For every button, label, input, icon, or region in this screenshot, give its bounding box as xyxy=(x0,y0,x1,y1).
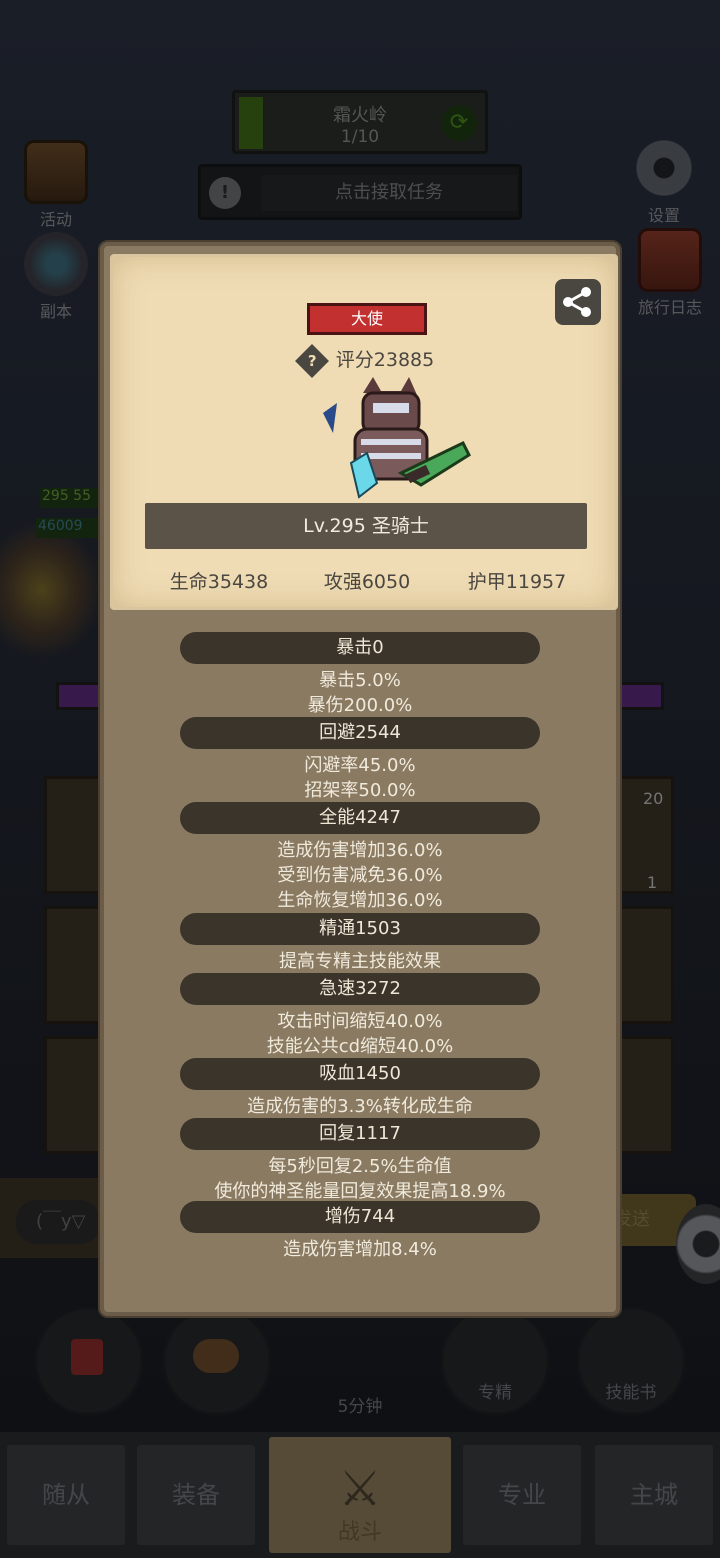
stat-attack: 攻强6050 xyxy=(323,571,411,593)
stat-line: 造成伤害增加36.0% xyxy=(277,840,443,861)
stat-line: 造成伤害增加8.4% xyxy=(283,1239,437,1260)
stat-line: 受到伤害减免36.0% xyxy=(277,865,443,886)
rank-badge: 大使 xyxy=(307,303,427,335)
hero-detail-modal: 大使 ? 评分23885 Lv.295 圣骑士 生命35438 攻强6050 护甲… xyxy=(100,242,620,1316)
stat-title-avoidance: 回避2544 xyxy=(180,717,540,749)
stat-line: 暴击5.0% xyxy=(319,670,401,691)
stat-line: 使你的神圣能量回复效果提高18.9% xyxy=(214,1181,506,1202)
stat-line: 生命恢复增加36.0% xyxy=(277,890,443,911)
stat-title-leech: 吸血1450 xyxy=(180,1058,540,1090)
share-button[interactable] xyxy=(555,279,601,325)
stat-hp: 生命35438 xyxy=(169,571,269,593)
paladin-avatar xyxy=(323,377,471,499)
stat-title-haste: 急速3272 xyxy=(180,973,540,1005)
stat-line: 提高专精主技能效果 xyxy=(279,951,441,972)
stat-title-regen: 回复1117 xyxy=(180,1118,540,1150)
stat-title-damage-bonus: 增伤744 xyxy=(180,1201,540,1233)
stat-line: 招架率50.0% xyxy=(304,780,416,801)
stat-line: 每5秒回复2.5%生命值 xyxy=(268,1156,452,1177)
stat-line: 攻击时间缩短40.0% xyxy=(277,1011,443,1032)
stat-line: 造成伤害的3.3%转化成生命 xyxy=(247,1096,473,1117)
stat-title-crit: 暴击0 xyxy=(180,632,540,664)
hero-card: 大使 ? 评分23885 Lv.295 圣骑士 生命35438 攻强6050 护甲… xyxy=(110,254,618,610)
score-row: ? 评分23885 xyxy=(113,343,621,378)
stat-line: 暴伤200.0% xyxy=(307,695,413,716)
stat-line: 技能公共cd缩短40.0% xyxy=(266,1036,454,1057)
stat-title-mastery: 精通1503 xyxy=(180,913,540,945)
stat-title-versatility: 全能4247 xyxy=(180,802,540,834)
level-class-banner: Lv.295 圣骑士 xyxy=(145,503,587,549)
stat-armor: 护甲11957 xyxy=(467,571,567,593)
stat-line: 闪避率45.0% xyxy=(304,755,416,776)
score-value: 评分23885 xyxy=(335,349,435,371)
share-icon xyxy=(563,287,591,317)
